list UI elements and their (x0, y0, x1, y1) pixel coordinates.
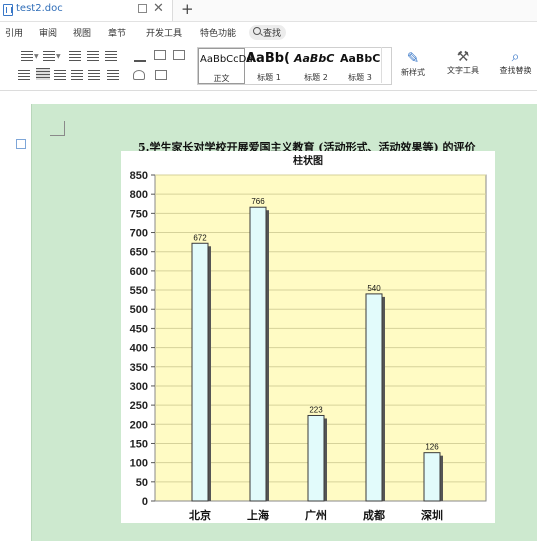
borders-icon[interactable] (155, 70, 167, 80)
line-spacing-icon[interactable] (154, 50, 166, 60)
y-tick-label: 100 (130, 458, 148, 470)
y-tick-label: 500 (130, 304, 148, 316)
bar-chart-svg: 0 50 100 150 200 250 300 350 400 450 500 550 600 650 7… (130, 170, 487, 522)
find-replace-label: 查找替换 (499, 66, 532, 75)
style-heading-1[interactable]: AaBb( 标题 1 (245, 48, 293, 84)
style-gallery-scroll[interactable] (381, 47, 391, 83)
menu-review[interactable]: 审阅 (39, 26, 57, 39)
y-tick-label: 850 (130, 170, 148, 182)
x-tick-label: 广州 (305, 508, 327, 522)
window-restore-icon[interactable] (138, 4, 147, 13)
bar (191, 242, 209, 502)
align-left-icon[interactable] (18, 70, 30, 80)
x-tick-label: 深圳 (421, 508, 443, 522)
y-tick-label: 600 (130, 266, 148, 278)
y-tick-label: 50 (136, 477, 148, 489)
document-tab[interactable]: test2.doc ✕ (0, 0, 173, 21)
font-color-icon[interactable] (134, 50, 146, 62)
indent-icon[interactable] (87, 51, 99, 61)
new-style-button[interactable]: ✎ 新样式 (393, 49, 433, 78)
bullet-list-icon[interactable] (21, 51, 33, 61)
outdent-icon[interactable] (69, 51, 81, 61)
y-tick-label: 150 (130, 438, 148, 450)
text-tools-button[interactable]: ⚒ 文字工具 (441, 49, 485, 76)
new-style-icon: ✎ (406, 49, 420, 67)
search-button[interactable]: 查找 (249, 25, 286, 40)
chevron-down-icon[interactable]: ▼ (34, 53, 39, 60)
chart-title: 柱状图 (293, 156, 323, 167)
menu-features[interactable]: 特色功能 (200, 26, 236, 39)
chart[interactable]: 柱状图 0 50 100 150 200 250 300 350 400 450 500 550 600… (121, 151, 495, 523)
y-tick-label: 200 (130, 419, 148, 431)
y-tick-label: 0 (142, 496, 148, 508)
distributed-icon[interactable] (88, 70, 100, 80)
document-tab-title: test2.doc (16, 3, 63, 14)
text-tools-label: 文字工具 (447, 66, 479, 75)
style-normal[interactable]: AaBbCcDd 正文 (198, 48, 253, 84)
bar (423, 452, 441, 502)
menu-developer[interactable]: 开发工具 (146, 26, 182, 39)
menu-section[interactable]: 章节 (108, 26, 126, 39)
style-preview: AaBbC (294, 52, 335, 65)
style-preview: AaBbC( (340, 52, 381, 65)
y-tick-label: 650 (130, 247, 148, 259)
align-center-icon[interactable] (36, 68, 50, 80)
crop-mark (50, 121, 65, 136)
y-tick-label: 300 (130, 381, 148, 393)
x-tick-label: 北京 (189, 508, 211, 522)
x-tick-label: 成都 (363, 508, 385, 522)
bar (307, 414, 325, 502)
numbered-list-icon[interactable] (43, 51, 55, 61)
bar-value-label: 766 (251, 197, 265, 206)
style-preview: AaBb( (246, 51, 290, 66)
y-tick-label: 800 (130, 189, 148, 201)
style-heading-3[interactable]: AaBbC( 标题 3 (339, 48, 381, 84)
x-tick-label: 上海 (247, 508, 269, 522)
justify-icon[interactable] (71, 70, 83, 80)
document-icon (3, 4, 13, 16)
search-label: 查找 (263, 29, 282, 39)
paragraph-mark-icon[interactable] (173, 50, 185, 60)
bar-value-label: 126 (425, 443, 439, 452)
bar-value-label: 672 (193, 233, 207, 242)
style-name: 标题 3 (348, 73, 372, 82)
style-name: 标题 1 (257, 73, 281, 82)
tab-bar: test2.doc ✕ + (0, 0, 537, 22)
menu-bar: 引用 审阅 视图 章节 开发工具 特色功能 查找 (0, 22, 537, 42)
menu-reference[interactable]: 引用 (5, 26, 23, 39)
style-gallery: AaBbCcDd 正文 AaBb( 标题 1 AaBbC 标题 2 AaBbC(… (197, 47, 392, 85)
find-icon: ⌕ (511, 49, 520, 65)
y-tick-label: 550 (130, 285, 148, 297)
style-name: 标题 2 (304, 73, 328, 82)
bar-value-label: 223 (309, 405, 323, 414)
y-tick-label: 450 (130, 323, 148, 335)
y-tick-label: 350 (130, 362, 148, 374)
style-heading-2[interactable]: AaBbC 标题 2 (293, 48, 339, 84)
y-tick-label: 400 (130, 343, 148, 355)
text-direction-icon[interactable] (105, 51, 117, 61)
shading-icon[interactable] (133, 70, 145, 80)
close-tab-icon[interactable]: ✕ (153, 1, 164, 16)
bar (249, 206, 267, 502)
chevron-down-icon[interactable]: ▼ (56, 53, 61, 60)
wrench-icon: ⚒ (456, 49, 470, 65)
line-spacing-menu-icon[interactable] (107, 70, 119, 80)
y-tick-label: 700 (130, 228, 148, 240)
search-icon (253, 27, 261, 35)
align-right-icon[interactable] (54, 70, 66, 80)
style-name: 正文 (213, 74, 230, 83)
y-tick-label: 250 (130, 400, 148, 412)
find-replace-button[interactable]: ⌕ 查找替换 (494, 49, 537, 76)
bar (365, 293, 383, 502)
new-tab-button[interactable]: + (181, 0, 194, 18)
y-tick-label: 750 (130, 208, 148, 220)
menu-view[interactable]: 视图 (73, 26, 91, 39)
paragraph-handle-icon[interactable] (16, 139, 26, 149)
new-style-label: 新样式 (401, 68, 425, 77)
bar-value-label: 540 (367, 284, 381, 293)
